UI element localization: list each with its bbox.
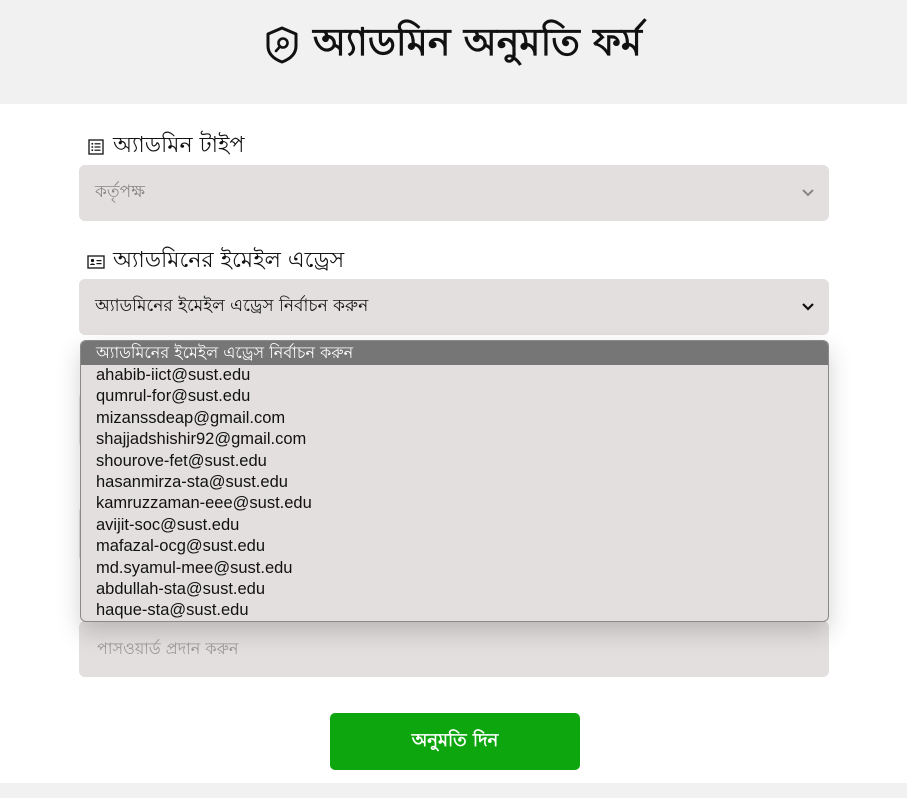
dropdown-option[interactable]: avijit-soc@sust.edu: [81, 515, 828, 536]
page-header: অ্যাডমিন অনুমতি ফর্ম: [0, 0, 907, 104]
footer-band: [0, 783, 907, 798]
admin-type-select[interactable]: কর্তৃপক্ষ: [79, 165, 829, 221]
dropdown-option[interactable]: অ্যাডমিনের ইমেইল এড্রেস নির্বাচন করুন: [81, 341, 828, 365]
password-placeholder: পাসওয়ার্ড প্রদান করুন: [97, 638, 239, 658]
chevron-down-icon: [801, 186, 815, 200]
submit-button-label: অনুমতি দিন: [411, 730, 499, 751]
id-card-icon: [87, 253, 105, 271]
dropdown-option[interactable]: mafazal-ocg@sust.edu: [81, 536, 828, 557]
dropdown-option[interactable]: mizanssdeap@gmail.com: [81, 408, 828, 429]
dropdown-option[interactable]: shajjadshishir92@gmail.com: [81, 429, 828, 450]
password-field[interactable]: পাসওয়ার্ড প্রদান করুন: [79, 621, 829, 677]
page-title: অ্যাডমিন অনুমতি ফর্ম: [313, 20, 642, 64]
email-dropdown-list[interactable]: অ্যাডমিনের ইমেইল এড্রেস নির্বাচন করুন ah…: [80, 340, 829, 622]
dropdown-option[interactable]: shourove-fet@sust.edu: [81, 451, 828, 472]
shield-key-icon: [265, 26, 299, 64]
admin-email-label-text: অ্যাডমিনের ইমেইল এড্রেস: [113, 248, 345, 273]
list-icon: [87, 138, 105, 156]
admin-type-label: অ্যাডমিন টাইপ: [87, 128, 244, 165]
chevron-down-icon: [801, 300, 815, 314]
admin-type-value: কর্তৃপক্ষ: [95, 182, 145, 202]
dropdown-option[interactable]: ahabib-iict@sust.edu: [81, 365, 828, 386]
dropdown-option[interactable]: md.syamul-mee@sust.edu: [81, 558, 828, 579]
admin-email-value: অ্যাডমিনের ইমেইল এড্রেস নির্বাচন করুন: [95, 296, 369, 316]
dropdown-option[interactable]: qumrul-for@sust.edu: [81, 386, 828, 407]
header-inner: অ্যাডমিন অনুমতি ফর্ম: [265, 13, 642, 77]
dropdown-option[interactable]: kamruzzaman-eee@sust.edu: [81, 493, 828, 514]
submit-button[interactable]: অনুমতি দিন: [330, 713, 580, 770]
admin-email-select[interactable]: অ্যাডমিনের ইমেইল এড্রেস নির্বাচন করুন: [79, 279, 829, 335]
admin-type-label-text: অ্যাডমিন টাইপ: [113, 133, 245, 158]
admin-email-label: অ্যাডমিনের ইমেইল এড্রেস: [87, 243, 344, 280]
dropdown-option[interactable]: haque-sta@sust.edu: [81, 600, 828, 621]
dropdown-option[interactable]: hasanmirza-sta@sust.edu: [81, 472, 828, 493]
dropdown-option[interactable]: abdullah-sta@sust.edu: [81, 579, 828, 600]
